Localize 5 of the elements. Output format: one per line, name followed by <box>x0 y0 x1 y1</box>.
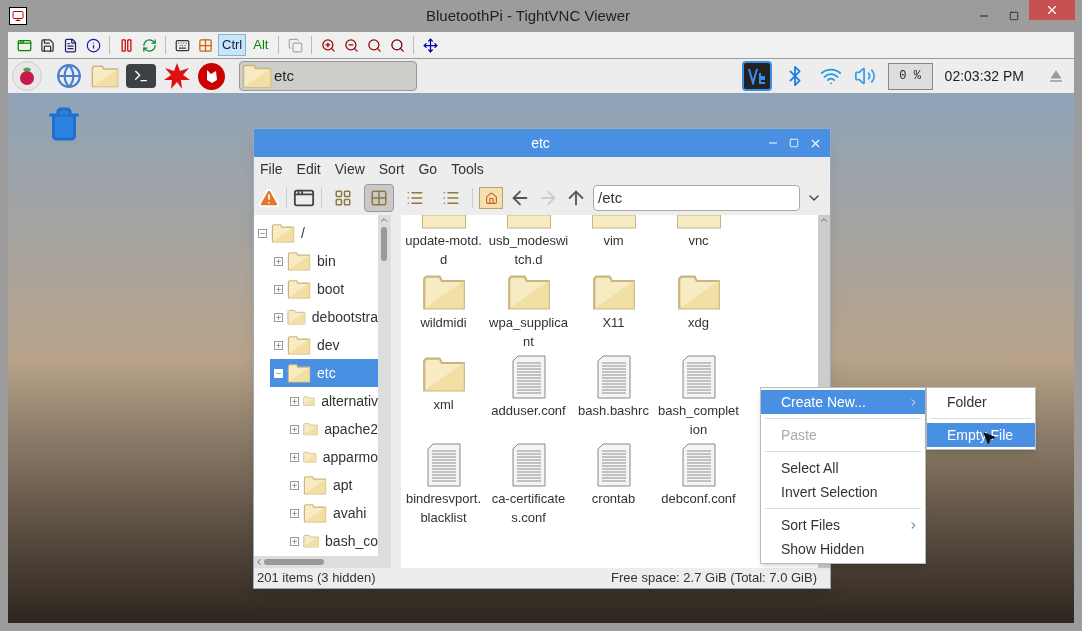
window-title: etc <box>530 133 551 153</box>
item-count: 201 items (3 hidden) <box>257 569 376 588</box>
cpu-meter: 0 % <box>887 62 933 90</box>
free-space: Free space: 2.7 GiB (Total: 7.0 GiB) <box>611 569 817 588</box>
window-title: BluetoothPi - TightVNC Viewer <box>425 5 631 26</box>
